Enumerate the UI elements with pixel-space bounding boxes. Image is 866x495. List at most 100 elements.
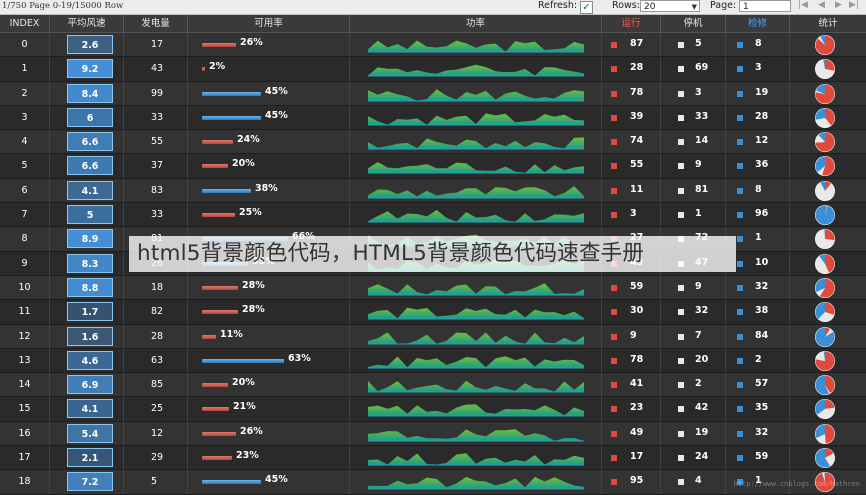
repair-count: 10 — [755, 256, 769, 268]
stopped-marker-icon — [678, 163, 684, 170]
running-count: 41 — [630, 378, 644, 390]
repair-count: 38 — [755, 305, 769, 317]
col-running[interactable]: 运行 — [602, 15, 661, 32]
stats-pie — [815, 107, 835, 128]
repair-cell: 19 — [726, 81, 790, 105]
running-marker-icon — [611, 406, 617, 413]
col-index[interactable]: INDEX — [0, 15, 50, 32]
rows-select[interactable]: 20 ▼ — [640, 0, 700, 12]
table-row[interactable]: 3 6 33 45% 39 33 28 — [0, 105, 866, 131]
availability-bar — [202, 334, 216, 339]
grid-header: INDEX 平均风速 发电量 可用率 功率 运行 停机 检修 统计 — [0, 15, 866, 33]
col-repair[interactable]: 检修 — [726, 15, 790, 32]
table-row[interactable]: 7 5 33 25% 3 1 96 — [0, 203, 866, 228]
next-page-icon[interactable]: ▶ — [835, 0, 842, 10]
table-row[interactable]: 6 4.1 83 38% 11 81 8 — [0, 178, 866, 204]
table-row[interactable]: 13 4.6 63 63% 78 20 2 — [0, 348, 866, 374]
power-sparkline — [368, 428, 584, 442]
table-row[interactable]: 11 1.7 82 28% 30 32 38 — [0, 300, 866, 325]
wind-value: 6.6 — [67, 156, 113, 176]
availability-label: 2% — [209, 61, 226, 73]
refresh-checkbox[interactable]: ✓ — [580, 1, 593, 14]
stats-cell — [790, 373, 866, 396]
power-sparkline-cell — [350, 324, 602, 348]
table-row[interactable]: 16 5.4 12 26% 49 19 32 — [0, 421, 866, 447]
stats-cell — [790, 276, 866, 299]
table-row[interactable]: 14 6.9 85 20% 41 2 57 — [0, 373, 866, 398]
stopped-count: 20 — [695, 353, 709, 365]
wind-cell: 2.1 — [50, 446, 124, 470]
running-marker-icon — [611, 66, 617, 73]
sparkline-area — [368, 40, 584, 52]
repair-cell: 36 — [726, 154, 790, 178]
index-cell: 8 — [0, 227, 50, 251]
sparkline-area — [368, 137, 584, 150]
availability-bar — [202, 67, 205, 72]
table-row[interactable]: 5 6.6 37 20% 55 9 36 — [0, 154, 866, 179]
stopped-count: 1 — [695, 208, 702, 220]
repair-marker-icon — [737, 357, 743, 364]
table-row[interactable]: 0 2.6 17 26% 87 5 8 — [0, 33, 866, 58]
availability-cell: 28% — [188, 300, 350, 324]
power-sparkline — [368, 185, 584, 199]
table-row[interactable]: 4 6.6 55 24% 74 14 12 — [0, 130, 866, 155]
index-cell: 7 — [0, 203, 50, 227]
wind-cell: 5.4 — [50, 421, 124, 446]
stopped-count: 7 — [695, 329, 702, 341]
stopped-marker-icon — [678, 382, 684, 389]
running-cell: 95 — [602, 470, 661, 494]
repair-count: 57 — [755, 378, 769, 390]
index-cell: 10 — [0, 275, 50, 300]
col-availability[interactable]: 可用率 — [188, 15, 350, 32]
index-cell: 11 — [0, 300, 50, 324]
power-sparkline — [368, 113, 584, 126]
last-page-icon[interactable]: ▶| — [849, 0, 859, 10]
power-sparkline-cell — [350, 348, 602, 373]
stopped-cell: 9 — [661, 275, 726, 300]
table-row[interactable]: 1 9.2 43 2% 28 69 3 — [0, 57, 866, 82]
power-sparkline-cell — [350, 470, 602, 494]
col-power-gen[interactable]: 发电量 — [124, 15, 188, 32]
prev-page-icon[interactable]: ◀ — [818, 0, 825, 10]
col-stats[interactable]: 统计 — [790, 15, 866, 32]
index-cell: 9 — [0, 251, 50, 275]
table-row[interactable]: 15 4.1 25 21% 23 42 35 — [0, 397, 866, 422]
availability-bar — [202, 140, 233, 145]
table-row[interactable]: 12 1.6 28 11% 9 7 84 — [0, 324, 866, 349]
col-power[interactable]: 功率 — [350, 15, 602, 32]
repair-cell: 38 — [726, 300, 790, 324]
availability-cell: 26% — [188, 421, 350, 446]
wind-cell: 4.1 — [50, 397, 124, 421]
availability-label: 45% — [265, 85, 288, 97]
sparkline-area — [368, 380, 584, 393]
power-sparkline-cell — [350, 130, 602, 154]
repair-marker-icon — [737, 139, 743, 146]
availability-label: 45% — [265, 109, 288, 121]
availability-bar — [202, 91, 261, 96]
repair-cell: 32 — [726, 421, 790, 446]
running-marker-icon — [611, 187, 617, 194]
repair-marker-icon — [737, 382, 743, 389]
power-sparkline-cell — [350, 275, 602, 300]
repair-count: 12 — [755, 135, 769, 147]
stopped-cell: 19 — [661, 421, 726, 446]
repair-marker-icon — [737, 309, 743, 316]
stopped-cell: 69 — [661, 57, 726, 81]
stats-pie — [815, 350, 835, 371]
repair-count: 96 — [755, 208, 769, 220]
first-page-icon[interactable]: |◀ — [798, 0, 808, 10]
repair-count: 8 — [755, 183, 762, 195]
stats-pie — [815, 326, 835, 347]
table-row[interactable]: 10 8.8 18 28% 59 9 32 — [0, 275, 866, 301]
page-input[interactable]: 1 — [739, 0, 791, 12]
availability-cell: 45% — [188, 105, 350, 130]
repair-cell: 59 — [726, 446, 790, 470]
stopped-cell: 42 — [661, 397, 726, 421]
col-wind[interactable]: 平均风速 — [50, 15, 124, 32]
repair-marker-icon — [737, 187, 743, 194]
stopped-cell: 4 — [661, 470, 726, 494]
table-row[interactable]: 2 8.4 99 45% 78 3 19 — [0, 81, 866, 106]
col-stopped[interactable]: 停机 — [661, 15, 726, 32]
stats-pie — [815, 205, 835, 226]
table-row[interactable]: 17 2.1 29 23% 17 24 59 — [0, 446, 866, 471]
